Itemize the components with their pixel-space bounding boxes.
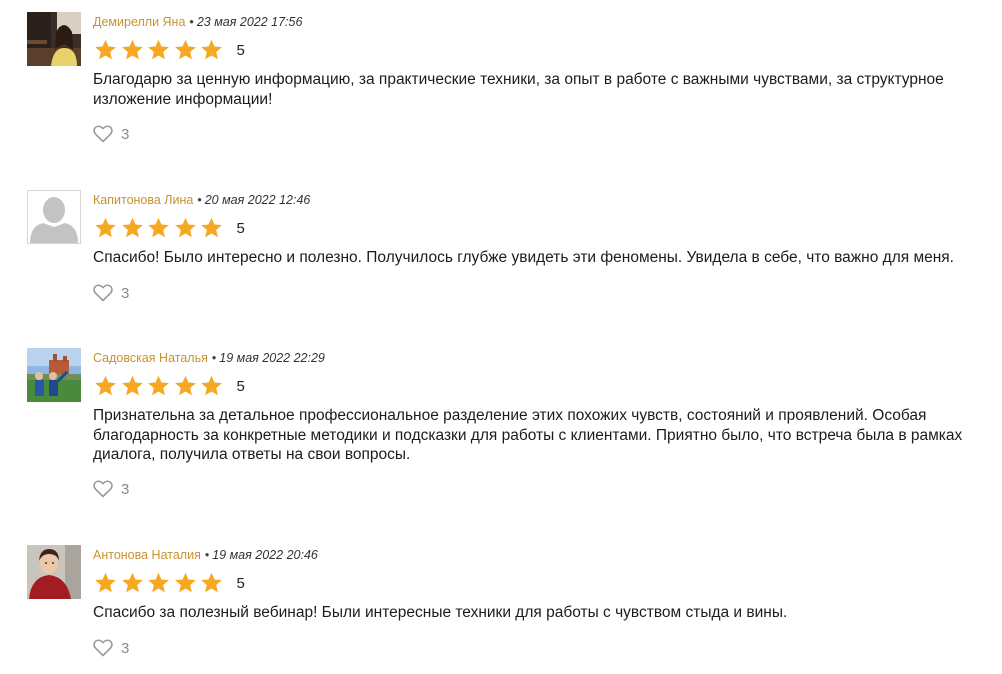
star-icon [201, 217, 222, 238]
avatar[interactable] [27, 12, 81, 66]
like-count: 3 [121, 639, 130, 657]
review-date: 23 мая 2022 17:56 [196, 15, 303, 29]
review-text: Признательна за детальное профессиональн… [93, 407, 963, 463]
star-rating: 5 [94, 38, 245, 62]
like-count: 3 [121, 284, 130, 302]
heart-icon[interactable] [93, 125, 113, 143]
avatar[interactable] [27, 190, 81, 244]
meta-separator: • [204, 548, 210, 562]
star-icon [121, 572, 143, 593]
rating-value: 5 [236, 377, 245, 395]
star-icon [174, 217, 196, 238]
review-text: Спасибо за полезный вебинар! Были интере… [93, 604, 788, 621]
star-icon [174, 39, 196, 60]
heart-icon[interactable] [93, 480, 113, 498]
star-icon [95, 572, 116, 593]
star-icon [201, 572, 222, 593]
star-icon [121, 375, 143, 396]
meta-separator: • [197, 193, 202, 207]
star-icon [95, 39, 116, 60]
rating-value: 5 [236, 41, 245, 59]
star-icon [95, 375, 116, 396]
like-button[interactable]: 3 [93, 284, 129, 302]
star-icon [174, 375, 196, 396]
star-icon [148, 572, 169, 593]
review-date: 19 мая 2022 22:29 [219, 351, 325, 365]
author-link[interactable]: Антонова Наталия [93, 548, 201, 562]
like-button[interactable]: 3 [93, 125, 129, 143]
rating-value: 5 [236, 574, 245, 592]
meta-separator: • [211, 351, 217, 365]
author-link[interactable]: Капитонова Лина [93, 193, 193, 207]
review-date: 19 мая 2022 20:46 [212, 548, 318, 562]
like-count: 3 [121, 125, 130, 143]
star-icon [201, 375, 222, 396]
like-button[interactable]: 3 [93, 480, 129, 498]
like-button[interactable]: 3 [93, 639, 129, 657]
review-date: 20 мая 2022 12:46 [204, 193, 311, 207]
star-icon [148, 217, 169, 238]
heart-icon[interactable] [93, 639, 113, 657]
star-icon [121, 39, 143, 60]
star-icon [95, 217, 116, 238]
heart-icon[interactable] [93, 284, 113, 302]
star-icon [148, 375, 169, 396]
review-meta: Антонова Наталия • 19 мая 2022 20:46 [93, 547, 318, 563]
review-meta: Садовская Наталья • 19 мая 2022 22:29 [93, 350, 325, 366]
star-rating: 5 [94, 571, 245, 595]
review-meta: Демирелли Яна • 23 мая 2022 17:56 [93, 14, 302, 30]
star-icon [174, 572, 196, 593]
like-count: 3 [121, 480, 130, 498]
review-text: Благодарю за ценную информацию, за практ… [93, 71, 944, 108]
rating-value: 5 [236, 219, 245, 237]
avatar[interactable] [27, 545, 81, 599]
star-icon [148, 39, 169, 60]
meta-separator: • [189, 15, 194, 29]
star-icon [121, 217, 143, 238]
review-text: Спасибо! Было интересно и полезно. Получ… [93, 249, 954, 266]
review-meta: Капитонова Лина • 20 мая 2022 12:46 [93, 192, 310, 208]
star-rating: 5 [94, 374, 245, 398]
avatar[interactable] [27, 348, 81, 402]
author-link[interactable]: Садовская Наталья [93, 351, 208, 365]
star-icon [201, 39, 222, 60]
author-link[interactable]: Демирелли Яна [93, 15, 185, 29]
star-rating: 5 [94, 216, 245, 240]
